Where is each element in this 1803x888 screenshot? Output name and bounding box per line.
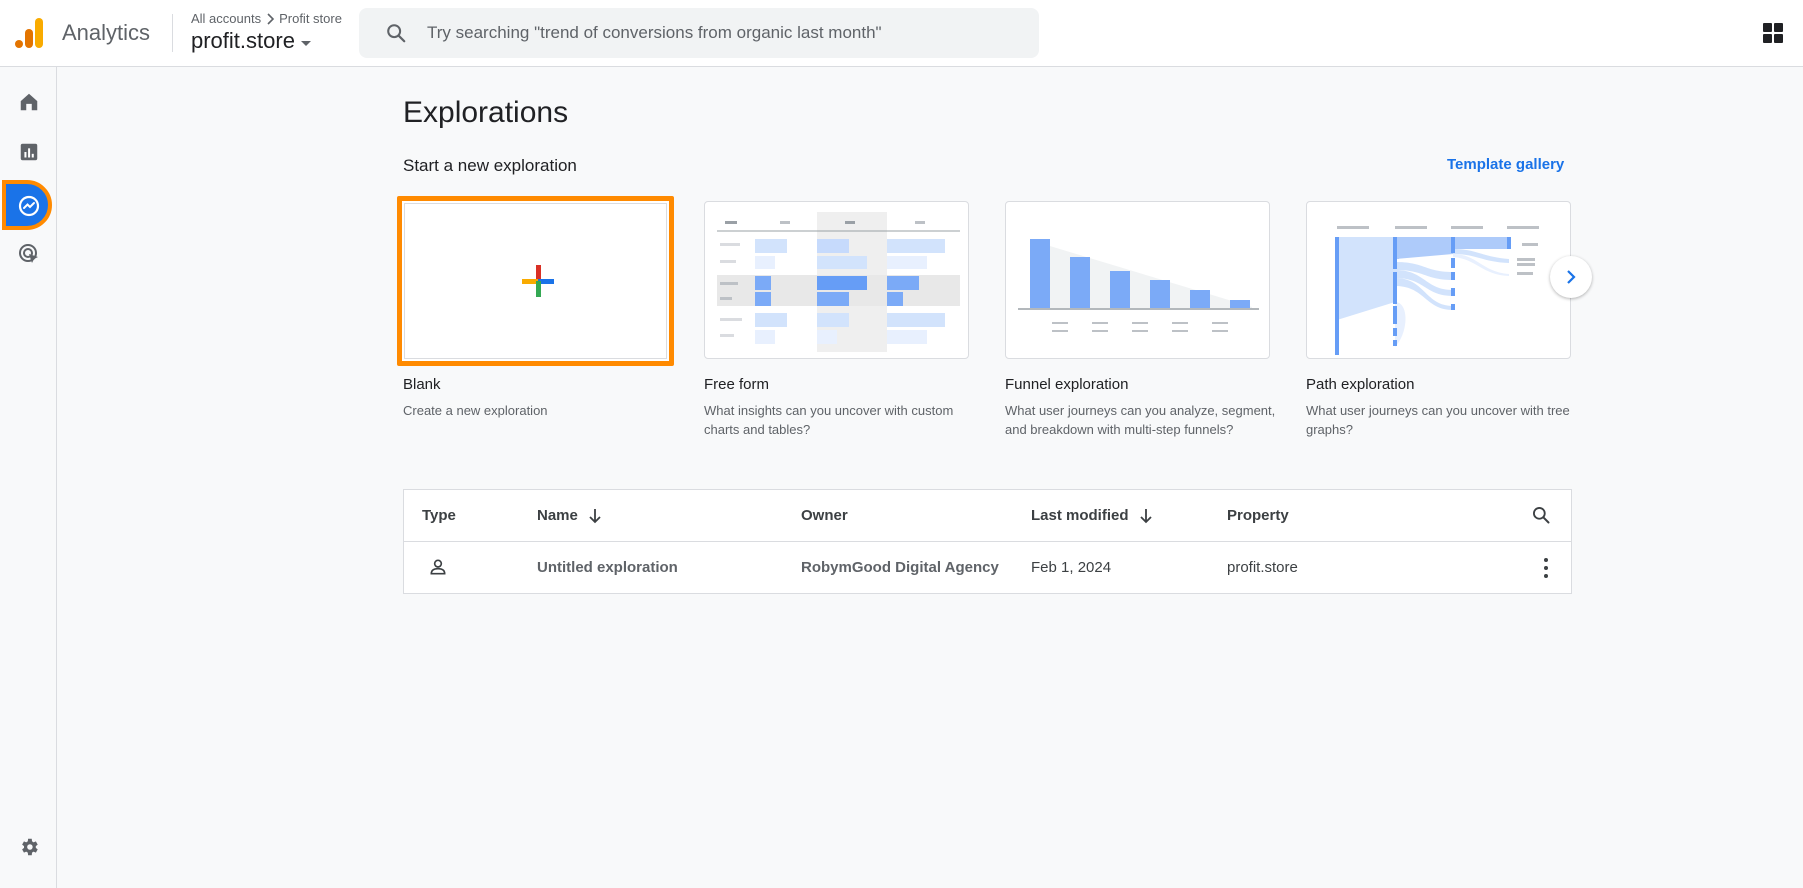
table-row[interactable]: Untitled exploration RobymGood Digital A… bbox=[404, 542, 1571, 594]
path-exploration-card[interactable] bbox=[1306, 201, 1571, 359]
column-header-type[interactable]: Type bbox=[422, 507, 456, 524]
sort-arrow-down-icon[interactable] bbox=[588, 508, 602, 524]
left-nav-rail bbox=[0, 67, 57, 888]
section-label: Start a new exploration bbox=[403, 156, 577, 175]
card-title: Blank bbox=[403, 376, 441, 393]
apps-grid-icon[interactable] bbox=[1763, 23, 1783, 43]
search-input[interactable] bbox=[427, 23, 987, 43]
home-icon bbox=[20, 93, 37, 111]
free-form-card[interactable] bbox=[704, 201, 969, 359]
breadcrumb[interactable]: All accounts Profit store bbox=[191, 11, 342, 26]
last-modified-cell: Feb 1, 2024 bbox=[1031, 559, 1112, 576]
card-description: What user journeys can you uncover with … bbox=[1306, 403, 1570, 437]
sort-arrow-down-icon[interactable] bbox=[1139, 508, 1153, 524]
free-form-preview bbox=[717, 212, 960, 352]
divider bbox=[172, 14, 173, 52]
person-icon bbox=[430, 559, 446, 575]
nav-home[interactable] bbox=[0, 78, 57, 126]
owner-cell: RobymGood Digital Agency bbox=[801, 559, 999, 576]
card-description: Create a new exploration bbox=[403, 403, 548, 418]
column-header-owner[interactable]: Owner bbox=[801, 507, 848, 524]
property-cell: profit.store bbox=[1227, 559, 1298, 576]
template-gallery-link[interactable]: Template gallery bbox=[1447, 156, 1564, 173]
chevron-right-icon bbox=[267, 12, 275, 25]
search-icon bbox=[387, 24, 406, 43]
path-preview bbox=[1335, 226, 1539, 355]
explorations-table: Type Name Owner Last modified Property U… bbox=[403, 489, 1572, 594]
exploration-name[interactable]: Untitled exploration bbox=[537, 559, 678, 576]
card-title: Path exploration bbox=[1306, 376, 1415, 393]
more-vert-icon[interactable] bbox=[1543, 558, 1549, 578]
plus-icon bbox=[522, 265, 554, 297]
funnel-exploration-card[interactable] bbox=[1005, 201, 1270, 359]
card-title: Free form bbox=[704, 376, 770, 393]
funnel-preview bbox=[1018, 239, 1259, 332]
property-selector[interactable]: profit.store bbox=[191, 28, 311, 54]
app-name: Analytics bbox=[62, 20, 151, 45]
search-icon[interactable] bbox=[1531, 505, 1551, 525]
breadcrumb-property[interactable]: Profit store bbox=[279, 11, 342, 26]
analytics-logo[interactable] bbox=[14, 17, 44, 49]
page-title: Explorations bbox=[403, 96, 569, 129]
nav-reports[interactable] bbox=[0, 128, 57, 176]
reports-icon bbox=[20, 143, 37, 161]
table-header: Type Name Owner Last modified Property bbox=[404, 490, 1571, 542]
nav-admin[interactable] bbox=[0, 823, 57, 871]
nav-explore[interactable] bbox=[0, 178, 57, 234]
card-title: Funnel exploration bbox=[1005, 376, 1129, 393]
caret-down-icon bbox=[300, 40, 311, 46]
carousel-next-button[interactable] bbox=[1550, 256, 1592, 298]
column-header-property[interactable]: Property bbox=[1227, 507, 1289, 524]
property-selector-label: profit.store bbox=[191, 28, 295, 53]
top-bar: Analytics All accounts Profit store prof… bbox=[0, 0, 1803, 67]
blank-exploration-card[interactable] bbox=[397, 196, 674, 366]
search-bar[interactable] bbox=[359, 8, 1039, 58]
card-preview bbox=[404, 203, 667, 359]
gear-icon bbox=[21, 838, 38, 856]
card-description: What user journeys can you analyze, segm… bbox=[1005, 403, 1276, 437]
column-header-last-modified[interactable]: Last modified bbox=[1031, 507, 1153, 524]
advertising-icon bbox=[18, 244, 38, 263]
breadcrumb-account[interactable]: All accounts bbox=[191, 11, 261, 26]
explore-icon bbox=[18, 195, 39, 217]
chevron-right-icon bbox=[1567, 270, 1576, 284]
card-description: What insights can you uncover with custo… bbox=[704, 403, 954, 437]
column-header-name[interactable]: Name bbox=[537, 507, 602, 524]
nav-advertising[interactable] bbox=[0, 230, 57, 278]
